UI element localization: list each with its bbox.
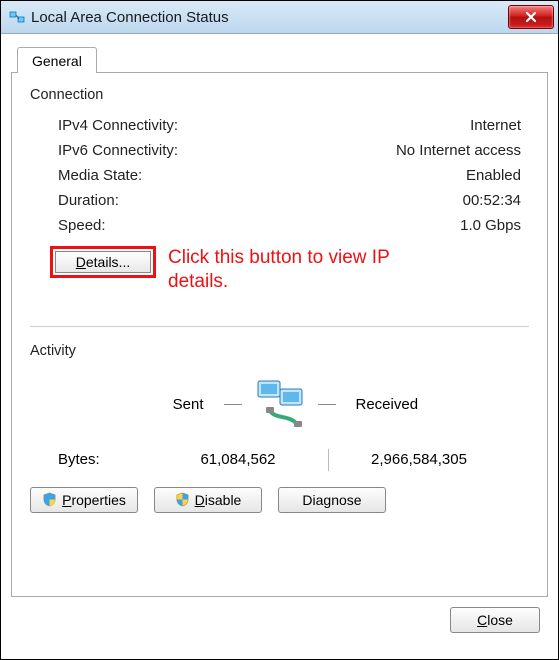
properties-label-rest: roperties — [71, 492, 125, 508]
close-button[interactable]: Close — [450, 607, 540, 633]
close-icon — [525, 11, 537, 23]
window-title: Local Area Connection Status — [31, 9, 229, 26]
disable-label-rest: isable — [205, 492, 242, 508]
ipv4-label: IPv4 Connectivity: — [58, 117, 178, 134]
bytes-received-value: 2,966,584,305 — [329, 451, 509, 468]
activity-header: Sent Received — [30, 369, 529, 439]
sent-label: Sent — [94, 396, 214, 413]
details-button[interactable]: Details... — [55, 251, 151, 273]
shield-icon — [42, 492, 57, 507]
activity-group: Sent Received Bytes: — [30, 369, 529, 471]
received-label: Received — [346, 396, 466, 413]
diagnose-button[interactable]: Diagnose — [278, 487, 386, 513]
shield-icon — [175, 492, 190, 507]
titlebar: Local Area Connection Status — [1, 1, 558, 34]
ipv6-value: No Internet access — [396, 142, 521, 159]
window-close-button[interactable] — [508, 5, 554, 29]
bytes-row: Bytes: 61,084,562 2,966,584,305 — [30, 439, 529, 471]
duration-row: Duration: 00:52:34 — [30, 188, 529, 213]
connection-group: IPv4 Connectivity: Internet IPv6 Connect… — [30, 113, 529, 327]
duration-label: Duration: — [58, 192, 119, 209]
annotation-highlight-box: Details... — [50, 246, 156, 278]
disable-button[interactable]: Disable — [154, 487, 262, 513]
ipv4-row: IPv4 Connectivity: Internet — [30, 113, 529, 138]
media-row: Media State: Enabled — [30, 163, 529, 188]
bytes-sent-value: 61,084,562 — [148, 451, 328, 468]
bytes-label: Bytes: — [58, 451, 148, 468]
ipv6-row: IPv6 Connectivity: No Internet access — [30, 138, 529, 163]
tab-strip: General — [17, 46, 548, 72]
connection-group-label: Connection — [30, 87, 529, 103]
media-value: Enabled — [466, 167, 521, 184]
ipv4-value: Internet — [470, 117, 521, 134]
bottom-button-row: Properties Disable Diagnose — [30, 471, 529, 513]
details-row: Details... Click this button to view IP … — [30, 238, 529, 294]
speed-value: 1.0 Gbps — [460, 217, 521, 234]
activity-group-label: Activity — [30, 343, 529, 359]
media-label: Media State: — [58, 167, 142, 184]
dialog-footer: Close — [11, 597, 548, 633]
duration-value: 00:52:34 — [463, 192, 521, 209]
network-activity-icon — [252, 379, 308, 431]
annotation-text: Click this button to view IP details. — [168, 246, 438, 294]
dash-right — [318, 404, 336, 405]
tab-general[interactable]: General — [17, 47, 97, 73]
network-window-icon — [9, 9, 25, 25]
tab-panel: Connection IPv4 Connectivity: Internet I… — [11, 72, 548, 597]
details-button-label-rest: etails... — [86, 254, 130, 270]
close-label-rest: lose — [487, 612, 513, 628]
speed-label: Speed: — [58, 217, 106, 234]
dialog-content: General Connection IPv4 Connectivity: In… — [1, 34, 558, 643]
ipv6-label: IPv6 Connectivity: — [58, 142, 178, 159]
speed-row: Speed: 1.0 Gbps — [30, 213, 529, 238]
properties-button[interactable]: Properties — [30, 487, 138, 513]
dash-left — [224, 404, 242, 405]
